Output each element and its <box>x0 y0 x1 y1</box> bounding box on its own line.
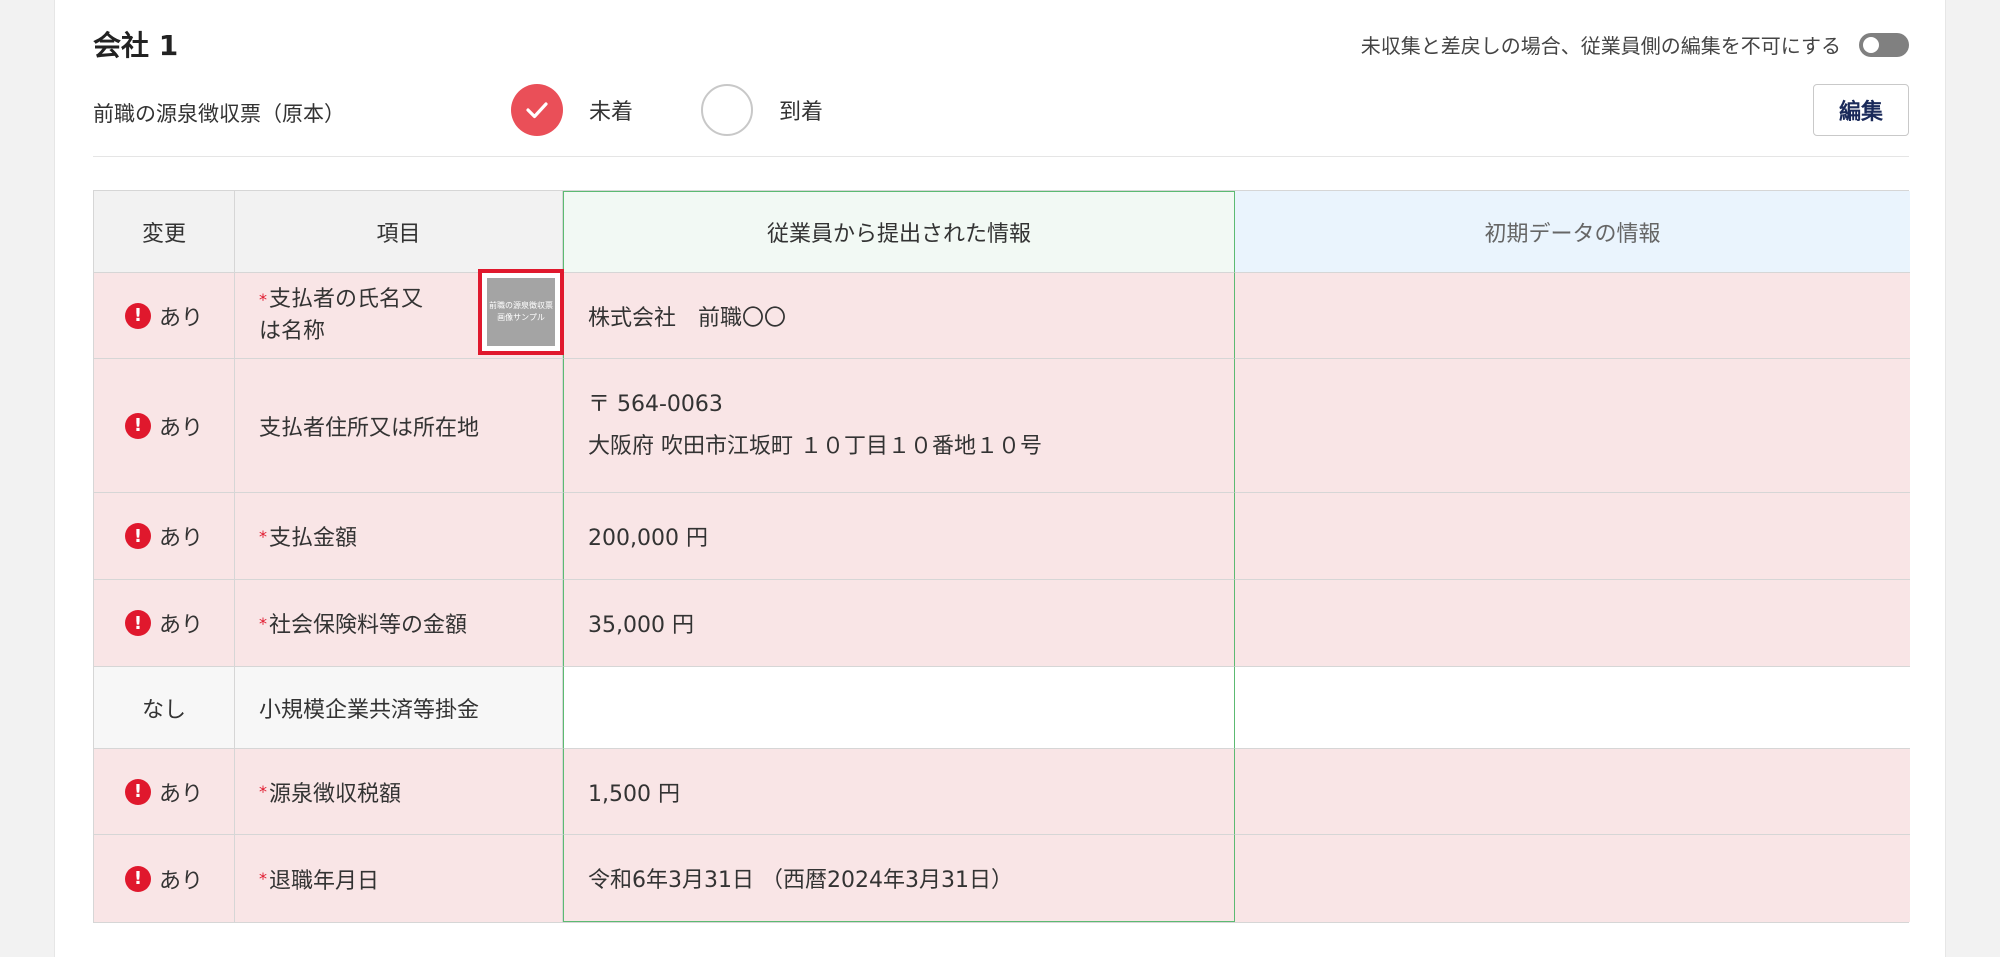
change-cell: ! あり <box>94 359 235 493</box>
edit-lock-label: 未収集と差戻しの場合、従業員側の編集を不可にする <box>1360 34 1841 58</box>
required-mark: * <box>259 289 267 309</box>
change-cell: ! あり <box>94 580 235 667</box>
card-header: 会社 1 未収集と差戻しの場合、従業員側の編集を不可にする 前職の源泉徴収票（原… <box>93 0 1909 157</box>
item-label: 社会保険料等の金額 <box>269 613 468 638</box>
check-icon <box>511 84 563 136</box>
item-label: 退職年月日 <box>269 868 380 894</box>
header-change: 変更 <box>94 191 235 273</box>
change-cell: なし <box>94 667 235 749</box>
item-cell: 小規模企業共済等掛金 <box>235 667 563 749</box>
toggle-knob <box>1863 36 1879 53</box>
alert-icon: ! <box>124 865 151 892</box>
item-cell: 支払者住所又は所在地 <box>235 359 563 493</box>
change-value: あり <box>158 781 203 807</box>
initial-value <box>1235 359 1910 493</box>
document-label: 前職の源泉徴収票（原本） <box>93 102 345 126</box>
alert-icon: ! <box>124 610 151 636</box>
change-cell: ! あり <box>94 749 235 835</box>
header-employee: 従業員から提出された情報 <box>563 191 1235 273</box>
alert-icon: ! <box>124 523 151 549</box>
alert-icon: ! <box>124 302 151 329</box>
company-card: 会社 1 未収集と差戻しの場合、従業員側の編集を不可にする 前職の源泉徴収票（原… <box>54 0 1946 957</box>
edit-lock-setting: 未収集と差戻しの場合、従業員側の編集を不可にする <box>1361 30 1909 59</box>
required-mark: * <box>259 526 267 546</box>
header-item: 項目 <box>235 191 563 273</box>
item-label: 支払者の氏名又 は名称 <box>259 286 446 344</box>
radio-circle-icon <box>701 84 753 136</box>
initial-value <box>1235 580 1910 667</box>
change-value: あり <box>158 868 203 894</box>
employee-value: 〒 564-0063 大阪府 吹田市江坂町 １０丁目１０番地１０号 <box>563 359 1235 493</box>
item-cell: * 源泉徴収税額 <box>235 749 563 835</box>
address-line: 大阪府 吹田市江坂町 １０丁目１０番地１０号 <box>588 433 1042 459</box>
alert-icon: ! <box>124 778 151 805</box>
header-initial: 初期データの情報 <box>1235 191 1910 273</box>
required-mark: * <box>259 869 267 888</box>
initial-value <box>1235 835 1910 922</box>
item-label: 小規模企業共済等掛金 <box>259 697 480 723</box>
change-value: なし <box>141 697 186 723</box>
item-label: 支払金額 <box>269 526 358 551</box>
document-status-row: 前職の源泉徴収票（原本） 未着 到着 編集 <box>93 84 1909 140</box>
item-cell: *支払者の氏名又 は名称 前職の源泉徴収票 画像サンプル <box>235 269 564 359</box>
change-value: あり <box>158 415 203 441</box>
change-value: あり <box>158 613 203 638</box>
alert-icon: ! <box>124 412 151 439</box>
change-value: あり <box>158 305 203 331</box>
employee-value: 株式会社 前職〇〇 <box>563 273 1235 359</box>
initial-value <box>1235 667 1910 749</box>
postal-code: 〒 564-0063 <box>588 391 723 417</box>
employee-value <box>563 667 1235 749</box>
initial-value <box>1235 493 1910 580</box>
radio-not-arrived-label: 未着 <box>589 100 634 125</box>
employee-value: 35,000 円 <box>563 580 1235 667</box>
item-cell: * 社会保険料等の金額 <box>235 580 563 667</box>
radio-not-arrived[interactable]: 未着 <box>511 84 633 136</box>
radio-arrived[interactable]: 到着 <box>701 84 823 136</box>
radio-arrived-label: 到着 <box>779 100 824 125</box>
change-cell: ! あり <box>94 493 235 580</box>
initial-value <box>1235 749 1910 835</box>
item-label: 支払者住所又は所在地 <box>259 415 480 441</box>
change-cell: ! あり <box>94 835 235 922</box>
edit-lock-toggle[interactable] <box>1859 32 1909 57</box>
item-cell: * 支払金額 <box>235 493 563 580</box>
thumbnail-image: 前職の源泉徴収票 画像サンプル <box>487 278 555 346</box>
thumbnail-caption: 画像サンプル <box>497 313 545 322</box>
required-mark: * <box>259 782 267 801</box>
initial-value <box>1235 273 1910 359</box>
document-thumbnail[interactable]: 前職の源泉徴収票 画像サンプル <box>478 269 564 355</box>
change-value: あり <box>158 526 203 551</box>
employee-value: 1,500 円 <box>563 749 1235 835</box>
required-mark: * <box>259 613 267 633</box>
item-cell: * 退職年月日 <box>235 835 563 922</box>
edit-button[interactable]: 編集 <box>1813 84 1909 136</box>
comparison-table: 変更 項目 従業員から提出された情報 初期データの情報 ! あり *支払者の氏名又… <box>93 190 1910 923</box>
change-cell: ! あり <box>94 273 235 359</box>
employee-value: 令和6年3月31日 （西暦2024年3月31日） <box>563 835 1235 922</box>
employee-value: 200,000 円 <box>563 493 1235 580</box>
page-title: 会社 1 <box>93 29 179 62</box>
item-label: 源泉徴収税額 <box>269 781 402 807</box>
thumbnail-caption: 前職の源泉徴収票 <box>489 301 553 310</box>
